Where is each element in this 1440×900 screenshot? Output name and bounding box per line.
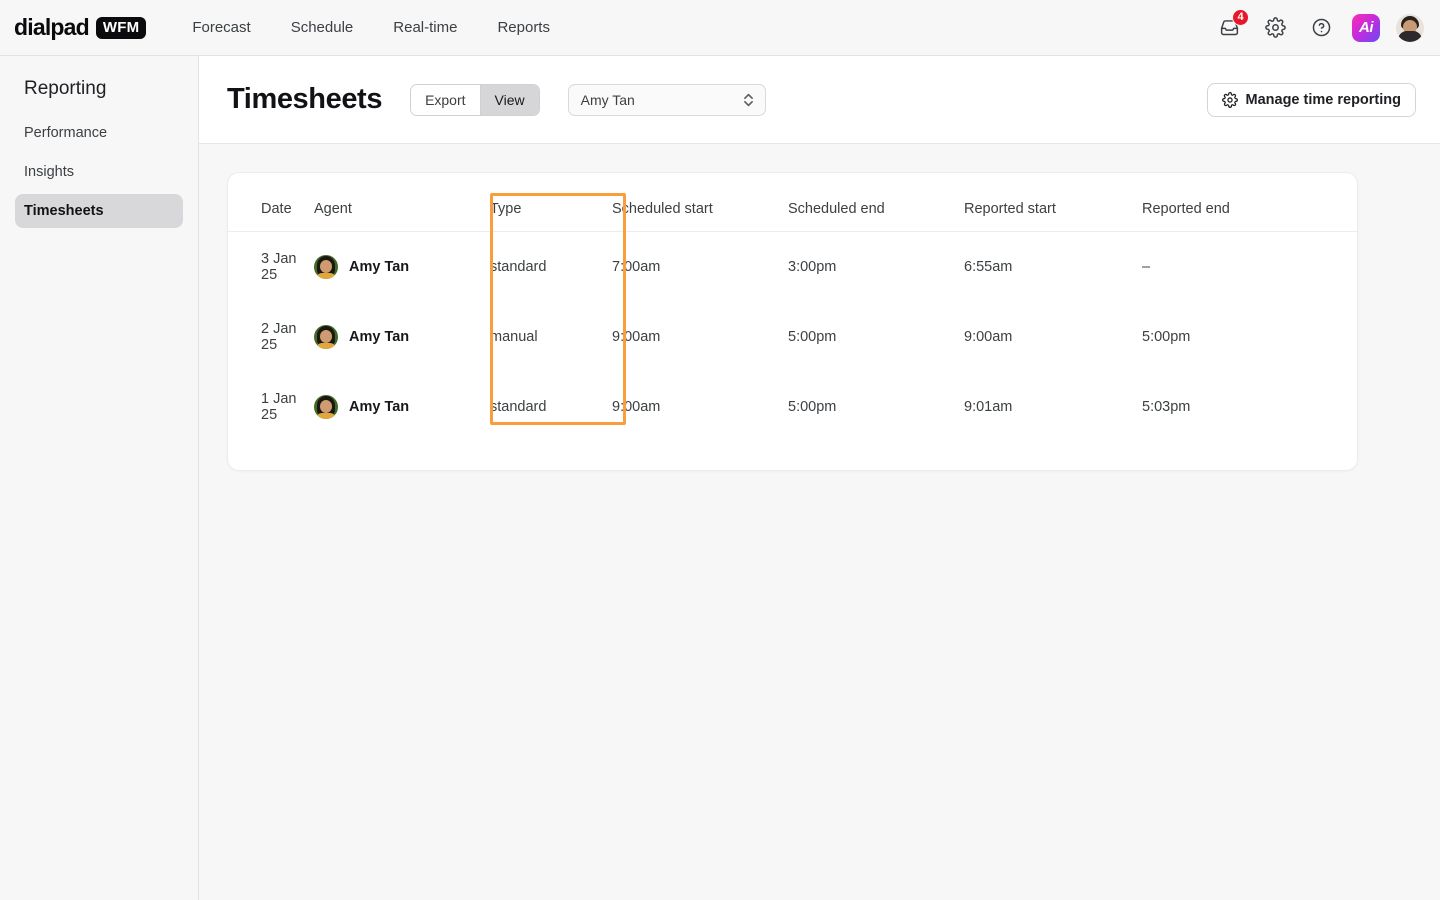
cell-reported-end: 5:00pm <box>1142 329 1191 345</box>
cell-reported-start: 6:55am <box>964 259 1013 275</box>
column-header-scheduled-end[interactable]: Scheduled end <box>788 173 964 232</box>
table-row[interactable]: 1 Jan 25 Amy Tan standard 9:00am 5:00pm … <box>228 372 1357 442</box>
agent-avatar <box>314 255 338 279</box>
cell-type: manual <box>490 329 538 345</box>
segment-export[interactable]: Export <box>411 84 481 115</box>
inbox-badge-count: 4 <box>1232 8 1249 26</box>
nav-link-schedule[interactable]: Schedule <box>271 11 374 44</box>
cell-scheduled-start: 7:00am <box>612 259 661 275</box>
primary-nav-links: Forecast Schedule Real-time Reports <box>172 11 570 44</box>
sidebar-item-insights[interactable]: Insights <box>15 155 183 189</box>
agent-select[interactable]: Amy Tan <box>567 83 766 116</box>
avatar-body <box>1398 30 1422 42</box>
cell-scheduled-end: 5:00pm <box>788 329 837 345</box>
inbox-button[interactable]: 4 <box>1214 8 1249 43</box>
nav-link-real-time[interactable]: Real-time <box>373 11 477 44</box>
cell-scheduled-start: 9:00am <box>612 329 661 345</box>
manage-time-reporting-label: Manage time reporting <box>1245 91 1402 108</box>
sidebar: Reporting Performance Insights Timesheet… <box>0 56 199 900</box>
cell-reported-end: 5:03pm <box>1142 399 1191 415</box>
cell-reported-start: 9:01am <box>964 399 1013 415</box>
timesheets-card: Date Agent Type Scheduled start Schedule… <box>227 172 1358 471</box>
agent-name: Amy Tan <box>349 259 410 275</box>
table-body: 3 Jan 25 Amy Tan standard 7:00am 3:00pm … <box>228 232 1357 443</box>
table-row[interactable]: 2 Jan 25 Amy Tan manual 9:00am 5:00pm 9:… <box>228 302 1357 372</box>
logo-wfm-badge: WFM <box>95 16 147 39</box>
cell-reported-start: 9:00am <box>964 329 1013 345</box>
cell-agent: Amy Tan <box>314 372 490 442</box>
top-nav-actions: 4 Ai <box>1214 8 1424 43</box>
sidebar-heading: Reporting <box>24 78 107 99</box>
table-header-row: Date Agent Type Scheduled start Schedule… <box>228 173 1357 232</box>
cell-agent: Amy Tan <box>314 302 490 372</box>
cell-date: 1 Jan 25 <box>261 391 297 423</box>
nav-link-reports[interactable]: Reports <box>477 11 570 44</box>
ai-assistant-button[interactable]: Ai <box>1352 13 1380 42</box>
timesheets-table: Date Agent Type Scheduled start Schedule… <box>228 173 1357 442</box>
segment-view[interactable]: View <box>480 84 539 115</box>
logo-wordmark: dialpad <box>14 14 90 40</box>
gear-icon <box>1221 91 1238 108</box>
main-content: Timesheets Export View Amy Tan Manage ti… <box>199 56 1440 900</box>
agent-cell: Amy Tan <box>314 395 490 419</box>
table-row[interactable]: 3 Jan 25 Amy Tan standard 7:00am 3:00pm … <box>228 232 1357 303</box>
table-head: Date Agent Type Scheduled start Schedule… <box>228 173 1357 232</box>
nav-link-forecast[interactable]: Forecast <box>172 11 270 44</box>
agent-cell: Amy Tan <box>314 255 490 279</box>
agent-name: Amy Tan <box>349 399 410 415</box>
agent-select-wrapper: Amy Tan <box>567 83 766 116</box>
gear-icon <box>1264 17 1286 38</box>
cell-scheduled-end: 5:00pm <box>788 399 837 415</box>
agent-name: Amy Tan <box>349 329 410 345</box>
cell-agent: Amy Tan <box>314 232 490 303</box>
ai-icon: Ai <box>1359 19 1374 36</box>
content-area: Date Agent Type Scheduled start Schedule… <box>199 144 1440 900</box>
cell-date: 2 Jan 25 <box>261 321 297 353</box>
agent-cell: Amy Tan <box>314 325 490 349</box>
agent-avatar <box>314 395 338 419</box>
settings-button[interactable] <box>1260 13 1290 43</box>
avatar[interactable] <box>1396 13 1424 42</box>
column-header-agent[interactable]: Agent <box>314 173 490 232</box>
column-header-type[interactable]: Type <box>490 173 612 232</box>
page-header: Timesheets Export View Amy Tan Manage ti… <box>199 56 1440 144</box>
help-button[interactable] <box>1306 13 1336 43</box>
cell-scheduled-end: 3:00pm <box>788 259 837 275</box>
column-header-reported-start[interactable]: Reported start <box>964 173 1142 232</box>
app-root: dialpad WFM Forecast Schedule Real-time … <box>0 0 1440 900</box>
column-header-scheduled-start[interactable]: Scheduled start <box>612 173 788 232</box>
agent-avatar <box>314 325 338 349</box>
cell-reported-end: – <box>1142 259 1151 275</box>
cell-scheduled-start: 9:00am <box>612 399 661 415</box>
top-navigation-bar: dialpad WFM Forecast Schedule Real-time … <box>0 0 1440 56</box>
export-view-segmented-control: Export View <box>410 83 540 116</box>
sidebar-item-performance[interactable]: Performance <box>15 116 183 150</box>
manage-time-reporting-button[interactable]: Manage time reporting <box>1206 82 1416 117</box>
help-circle-icon <box>1312 18 1330 37</box>
body-container: Reporting Performance Insights Timesheet… <box>0 56 1440 900</box>
page-title: Timesheets <box>227 83 383 115</box>
cell-type: standard <box>490 259 547 275</box>
dialpad-wfm-logo[interactable]: dialpad WFM <box>14 14 147 40</box>
column-header-date[interactable]: Date <box>228 173 314 232</box>
cell-date: 3 Jan 25 <box>261 251 297 283</box>
sidebar-item-timesheets[interactable]: Timesheets <box>15 194 183 228</box>
column-header-reported-end[interactable]: Reported end <box>1142 173 1357 232</box>
cell-type: standard <box>490 399 547 415</box>
